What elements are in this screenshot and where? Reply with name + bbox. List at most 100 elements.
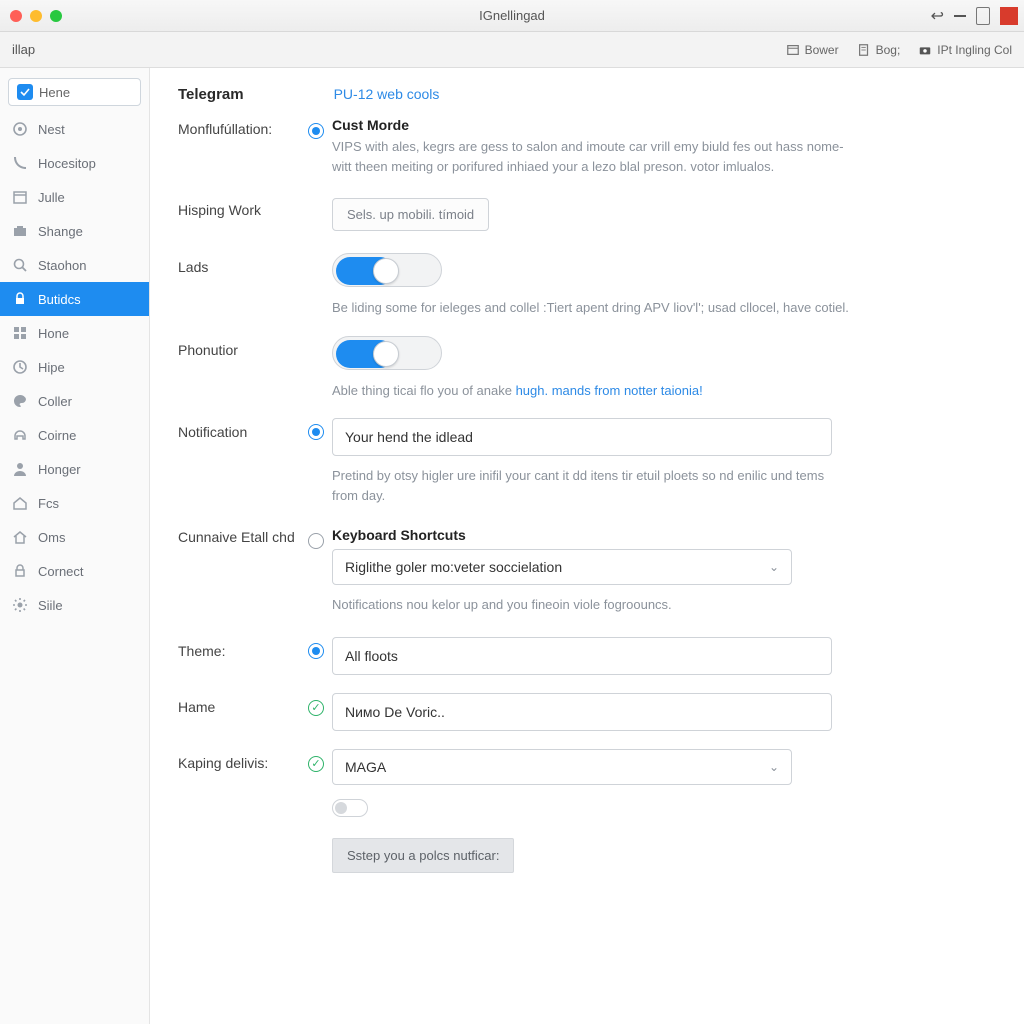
house-outline-icon: [12, 529, 28, 545]
person-icon: [12, 461, 28, 477]
sidebar-item-coirne[interactable]: Coirne: [0, 418, 149, 452]
sidebar-item-label: Shange: [38, 224, 83, 239]
hisping-button[interactable]: Sels. up mobili. tímoid: [332, 198, 489, 231]
sidebar-item-shange[interactable]: Shange: [0, 214, 149, 248]
window-title: IGnellingad: [479, 8, 545, 23]
chevron-down-icon: ⌄: [769, 760, 779, 774]
sidebar-item-label: Julle: [38, 190, 65, 205]
sidebar-item-honger[interactable]: Honger: [0, 452, 149, 486]
grid-icon: [12, 325, 28, 341]
toolbar-ingling-button[interactable]: IPt Ingling Col: [918, 43, 1012, 57]
lads-description: Be liding some for ieleges and collel :T…: [332, 298, 872, 318]
toolbar-bower-label: Bower: [805, 43, 839, 57]
sidebar-item-label: Butidcs: [38, 292, 81, 307]
kaping-select[interactable]: MAGA ⌄: [332, 749, 792, 785]
keyboard-radio[interactable]: [308, 533, 324, 549]
toolbar-bog-button[interactable]: Bog;: [857, 43, 901, 57]
sidebar-search[interactable]: Hene: [8, 78, 141, 106]
sidebar-item-fcs[interactable]: Fcs: [0, 486, 149, 520]
sidebar: Hene Nest Hocesitop Julle Shange Staohon…: [0, 68, 150, 1024]
toolbar-bog-label: Bog;: [876, 43, 901, 57]
box-icon: [786, 43, 800, 57]
close-icon[interactable]: [1000, 7, 1018, 25]
hame-radio[interactable]: [308, 700, 324, 716]
notification-description: Pretind by otsy higler ure inifil your c…: [332, 466, 852, 505]
house-icon: [12, 495, 28, 511]
notification-radio[interactable]: [308, 424, 324, 440]
main-panel: Telegram PU-12 web cools Monflufúllation…: [150, 68, 1024, 1024]
sidebar-item-label: Cornect: [38, 564, 84, 579]
mode-title: Cust Morde: [332, 117, 964, 133]
window-zoom-button[interactable]: [50, 10, 62, 22]
sidebar-item-label: Fcs: [38, 496, 59, 511]
hame-input[interactable]: Nимо De Voric..: [332, 693, 832, 731]
theme-label: Theme:: [178, 637, 308, 659]
lads-toggle[interactable]: [332, 253, 442, 287]
sidebar-item-cornect[interactable]: Cornect: [0, 554, 149, 588]
sidebar-item-label: Coirne: [38, 428, 76, 443]
calendar-icon: [12, 189, 28, 205]
clock-icon: [12, 359, 28, 375]
lock-icon: [12, 291, 28, 307]
notification-input[interactable]: Your hend the idlead: [332, 418, 832, 456]
sidebar-item-staohon[interactable]: Staohon: [0, 248, 149, 282]
header-link[interactable]: PU-12 web cools: [334, 86, 440, 102]
sidebar-item-siile[interactable]: Siile: [0, 588, 149, 622]
sidebar-item-butidcs[interactable]: Butidcs: [0, 282, 149, 316]
sidebar-item-hone[interactable]: Hone: [0, 316, 149, 350]
sidebar-item-label: Oms: [38, 530, 65, 545]
briefcase-icon: [12, 223, 28, 239]
toolbar-ingling-label: IPt Ingling Col: [937, 43, 1012, 57]
phonutior-label: Phonutior: [178, 336, 308, 358]
window-titlebar: IGnellingad ↩: [0, 0, 1024, 32]
toolbar-bower-button[interactable]: Bower: [786, 43, 839, 57]
maximize-icon[interactable]: [976, 7, 990, 25]
notification-label: Notification: [178, 418, 308, 440]
theme-radio[interactable]: [308, 643, 324, 659]
theme-input[interactable]: All floots: [332, 637, 832, 675]
kaping-radio[interactable]: [308, 756, 324, 772]
phonutior-toggle[interactable]: [332, 336, 442, 370]
sidebar-item-hipe[interactable]: Hipe: [0, 350, 149, 384]
minimize-icon[interactable]: [954, 15, 966, 17]
search-icon: [12, 257, 28, 273]
headset-icon: [12, 427, 28, 443]
chevron-down-icon: ⌄: [769, 560, 779, 574]
sidebar-item-julle[interactable]: Julle: [0, 180, 149, 214]
kaping-mini-toggle[interactable]: [332, 799, 368, 817]
sidebar-item-coller[interactable]: Coller: [0, 384, 149, 418]
mode-label: Monflufúllation:: [178, 117, 308, 137]
keyboard-description: Notifications nou kelor up and you fineo…: [332, 595, 852, 615]
app-toolbar: illap Bower Bog; IPt Ingling Col: [0, 32, 1024, 68]
sidebar-item-label: Honger: [38, 462, 81, 477]
keyboard-select-value: Riglithe goler mo:veter soccielation: [345, 559, 562, 575]
lock-outline-icon: [12, 563, 28, 579]
back-arrow-icon[interactable]: ↩: [931, 6, 944, 26]
kaping-label: Kaping delivis:: [178, 749, 308, 771]
footer-button[interactable]: Sstep you a polcs nutficar:: [332, 838, 514, 873]
keyboard-select[interactable]: Riglithe goler mo:veter soccielation ⌄: [332, 549, 792, 585]
window-controls: [10, 10, 62, 22]
sidebar-item-label: Hone: [38, 326, 69, 341]
window-minimize-button[interactable]: [30, 10, 42, 22]
sidebar-item-label: Hocesitop: [38, 156, 96, 171]
keyboard-label: Cunnaive Etall chd: [178, 527, 308, 545]
target-icon: [12, 121, 28, 137]
mode-radio[interactable]: [308, 123, 324, 139]
mode-description: VIPS with ales, kegrs are gess to salon …: [332, 137, 852, 176]
sidebar-item-oms[interactable]: Oms: [0, 520, 149, 554]
sidebar-item-label: Hipe: [38, 360, 65, 375]
kaping-select-value: MAGA: [345, 759, 386, 775]
sidebar-item-label: Nest: [38, 122, 65, 137]
document-icon: [857, 43, 871, 57]
gear-icon: [12, 597, 28, 613]
window-close-button[interactable]: [10, 10, 22, 22]
palette-icon: [12, 393, 28, 409]
sidebar-item-hocesitop[interactable]: Hocesitop: [0, 146, 149, 180]
sidebar-item-label: Siile: [38, 598, 63, 613]
sidebar-search-text: Hene: [39, 85, 70, 100]
app-brand: illap: [12, 42, 35, 57]
phonutior-link[interactable]: hugh. mands from notter taionia!: [516, 383, 703, 398]
phonutior-description: Able thing ticai flo you of anake hugh. …: [332, 381, 872, 401]
sidebar-item-nest[interactable]: Nest: [0, 112, 149, 146]
